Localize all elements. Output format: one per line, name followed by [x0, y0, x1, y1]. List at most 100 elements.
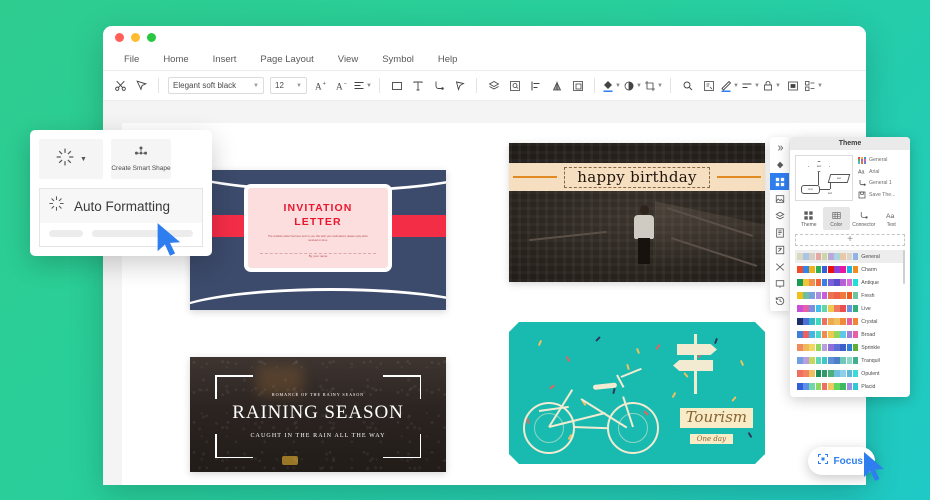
chevron-down-icon: ▼	[754, 82, 760, 89]
tab-color[interactable]: Color	[822, 207, 850, 230]
svg-text:−: −	[343, 81, 346, 87]
color-theme-row[interactable]: Antique	[795, 276, 905, 289]
lock-icon[interactable]: ▼	[762, 76, 781, 95]
collapse-icon[interactable]	[770, 139, 789, 156]
color-swatch-strip	[797, 305, 859, 312]
connector-icon[interactable]	[429, 76, 448, 95]
flip-icon[interactable]	[547, 76, 566, 95]
color-theme-row[interactable]: Tranquil	[795, 354, 905, 367]
text-box-icon[interactable]	[408, 76, 427, 95]
color-theme-row[interactable]: Placid	[795, 380, 905, 392]
preview-node-diamond: text	[808, 161, 830, 172]
birthday-banner: happy birthday	[509, 163, 765, 191]
create-smart-shape-button[interactable]: Create Smart Shape	[111, 139, 171, 179]
menu-item-file[interactable]: File	[113, 51, 150, 68]
theme-prop-connector[interactable]: General 1	[858, 179, 905, 187]
shuffle-icon[interactable]	[770, 258, 789, 275]
layout-icon[interactable]: ▼	[804, 76, 823, 95]
align-left-icon[interactable]	[526, 76, 545, 95]
format-painter-icon[interactable]	[132, 76, 151, 95]
theme-prop-color-label: General	[869, 157, 888, 163]
color-theme-row[interactable]: Charm	[795, 263, 905, 276]
tab-text[interactable]: Aa Text	[878, 207, 906, 230]
invitation-body: The invitation letter has been sent to y…	[267, 235, 368, 242]
auto-format-dropdown-button[interactable]: ▼	[39, 139, 103, 179]
font-size-select[interactable]: 12 ▼	[270, 77, 307, 94]
pen-color-icon[interactable]: ▼	[720, 76, 739, 95]
color-theme-row[interactable]: Fresh	[795, 289, 905, 302]
layers-icon[interactable]	[770, 207, 789, 224]
slide-tourism[interactable]: Tourism One day	[509, 322, 765, 464]
shadow-icon[interactable]: ▼	[623, 76, 642, 95]
font-family-select[interactable]: Elegant soft black ▼	[168, 77, 264, 94]
tab-connector[interactable]: Connector	[850, 207, 878, 230]
theme-prop-save[interactable]: Save The...	[858, 191, 905, 199]
menu-item-page-layout[interactable]: Page Layout	[249, 51, 324, 68]
color-theme-row[interactable]: General	[795, 250, 905, 263]
document-icon[interactable]	[770, 224, 789, 241]
slide-invitation-letter[interactable]: INVITATION LETTER The invitation letter …	[190, 170, 446, 310]
layers-icon[interactable]	[484, 76, 503, 95]
color-theme-row[interactable]: Opulent	[795, 367, 905, 380]
align-icon[interactable]: ▼	[353, 76, 372, 95]
menu-item-auto-formatting[interactable]: Auto Formatting	[40, 189, 202, 223]
add-theme-button[interactable]: +	[795, 234, 905, 246]
color-theme-row[interactable]: Sprinkle	[795, 341, 905, 354]
menu-item-symbol[interactable]: Symbol	[371, 51, 425, 68]
frame-icon[interactable]	[783, 76, 802, 95]
page-setup-icon[interactable]	[699, 76, 718, 95]
fill-icon[interactable]	[770, 156, 789, 173]
shape-select-icon[interactable]	[505, 76, 524, 95]
cut-icon[interactable]	[111, 76, 130, 95]
menu-item-view[interactable]: View	[327, 51, 369, 68]
menu-item-insert[interactable]: Insert	[202, 51, 248, 68]
menu-bar: File Home Insert Page Layout View Symbol…	[103, 48, 866, 71]
maximize-button[interactable]	[147, 32, 156, 42]
theme-panel: Theme text text text text General Aa Ari…	[790, 137, 910, 397]
preview-node-plain: text	[822, 189, 838, 197]
color-theme-list[interactable]: General Charm Antique Fresh Live Crystal Broad…	[795, 250, 905, 392]
minimize-button[interactable]	[131, 32, 140, 42]
tourism-subtitle: One day	[690, 434, 733, 444]
color-theme-row[interactable]: Crystal	[795, 315, 905, 328]
present-icon[interactable]	[770, 275, 789, 292]
grow-font-icon[interactable]: A +	[311, 76, 330, 95]
image-icon[interactable]	[770, 190, 789, 207]
menu-item-auto-formatting-label: Auto Formatting	[74, 198, 171, 214]
history-icon[interactable]	[770, 292, 789, 309]
color-theme-name: Crystal	[861, 318, 878, 325]
close-button[interactable]	[115, 32, 124, 42]
theme-prop-font[interactable]: Aa Arial	[858, 168, 905, 176]
raining-title: RAINING SEASON	[232, 402, 404, 423]
line-style-icon[interactable]: ▼	[741, 76, 760, 95]
color-theme-row[interactable]: Live	[795, 302, 905, 315]
theme-preview[interactable]: text text text text	[795, 155, 853, 201]
crop-icon[interactable]: ▼	[644, 76, 663, 95]
theme-icon	[804, 210, 813, 220]
color-swatch-strip	[797, 344, 859, 351]
svg-text:+: +	[322, 81, 325, 87]
mouse-cursor-focus	[862, 451, 888, 488]
rectangle-icon[interactable]	[387, 76, 406, 95]
shrink-font-icon[interactable]: A −	[332, 76, 351, 95]
zoom-icon[interactable]	[678, 76, 697, 95]
menu-item-help[interactable]: Help	[427, 51, 469, 68]
raining-subtitle: CAUGHT IN THE RAIN ALL THE WAY	[250, 433, 386, 439]
pointer-icon[interactable]	[450, 76, 469, 95]
toolbar: Elegant soft black ▼ 12 ▼ A + A − ▼ ▼ ▼ …	[103, 71, 866, 101]
slide-happy-birthday[interactable]: happy birthday	[509, 143, 765, 282]
theme-prop-color[interactable]: General	[858, 156, 905, 164]
export-icon[interactable]	[770, 241, 789, 258]
tab-theme[interactable]: Theme	[795, 207, 823, 230]
menu-item-home[interactable]: Home	[152, 51, 199, 68]
fill-color-icon[interactable]: ▼	[602, 76, 621, 95]
tab-connector-label: Connector	[852, 222, 876, 228]
slide-raining-season[interactable]: ROMANCE OF THE RAINY SEASON RAINING SEAS…	[190, 357, 446, 472]
group-icon[interactable]	[568, 76, 587, 95]
mouse-cursor-auto-formatting	[155, 222, 185, 263]
birthday-title: happy birthday	[564, 166, 710, 188]
theme-list-scrollbar[interactable]	[902, 250, 905, 284]
theme-grid-icon[interactable]	[770, 173, 789, 190]
color-theme-name: Opulent	[861, 370, 880, 377]
color-theme-row[interactable]: Broad	[795, 328, 905, 341]
